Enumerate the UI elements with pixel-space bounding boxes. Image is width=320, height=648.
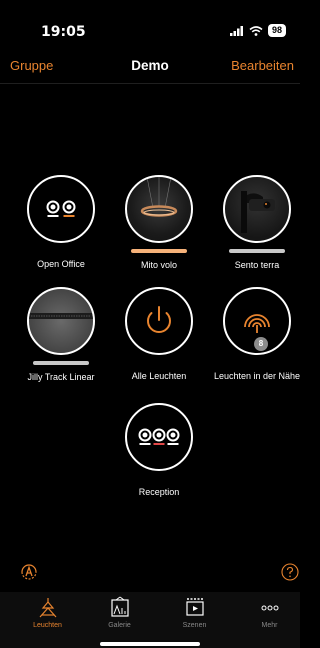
tab-mehr[interactable]: Mehr [232, 592, 307, 629]
tab-galerie[interactable]: Galerie [82, 592, 157, 629]
tile-label: Reception [138, 487, 180, 497]
status-bar: 19:05 98 [0, 0, 300, 44]
two-lights-icon [46, 200, 76, 217]
tile-label: Open Office [37, 259, 85, 269]
track-light-photo [29, 313, 93, 319]
tile-jilly-track-linear[interactable]: Jilly Track Linear [11, 287, 111, 382]
nearby-count-badge: 8 [254, 337, 268, 351]
lamp-icon [39, 598, 56, 618]
tab-label: Galerie [108, 622, 131, 629]
battery-indicator: 98 [267, 24, 286, 37]
floor-lamp-photo [241, 191, 275, 233]
power-icon [147, 306, 171, 334]
tab-label: Mehr [261, 622, 278, 629]
tile-label: Leuchten in der Nähe [213, 371, 301, 381]
tab-label: Leuchten [33, 622, 62, 629]
tile-label: Sento terra [234, 260, 280, 270]
more-icon [261, 605, 278, 611]
help-icon[interactable] [281, 563, 299, 581]
status-time: 19:05 [41, 24, 86, 40]
alle-leuchten-circle[interactable] [125, 287, 193, 355]
home-indicator [100, 642, 200, 646]
status-icons: 98 [229, 24, 286, 37]
mito-volo-circle[interactable] [125, 175, 193, 243]
tile-sento-terra[interactable]: Sento terra [207, 175, 307, 270]
tile-mito-volo[interactable]: Mito volo [109, 175, 209, 270]
edit-button[interactable]: Bearbeiten [231, 58, 294, 73]
wifi-icon [249, 25, 263, 36]
tile-open-office[interactable]: Open Office [11, 175, 111, 269]
sento-terra-circle[interactable] [223, 175, 291, 243]
pendant-ring-photo [140, 177, 178, 217]
sento-terra-level-bar [229, 249, 285, 253]
tab-szenen[interactable]: Szenen [157, 592, 232, 629]
tile-leuchten-in-der-naehe[interactable]: 8 Leuchten in der Nähe [207, 287, 307, 381]
mito-volo-level-bar [131, 249, 187, 253]
tab-leuchten[interactable]: Leuchten [10, 592, 85, 629]
gallery-icon [110, 596, 129, 617]
three-lights-icon [138, 428, 180, 445]
reception-circle[interactable] [125, 403, 193, 471]
scenes-icon [185, 598, 204, 616]
tile-reception[interactable]: Reception [109, 403, 209, 497]
jilly-track-linear-circle[interactable] [27, 287, 95, 355]
nav-divider [0, 83, 300, 84]
open-office-circle[interactable] [27, 175, 95, 243]
tile-label: Mito volo [140, 260, 177, 270]
tile-alle-leuchten[interactable]: Alle Leuchten [109, 287, 209, 381]
tile-label: Alle Leuchten [131, 371, 187, 381]
navigation-bar: Gruppe Demo Bearbeiten [0, 52, 300, 78]
tab-label: Szenen [182, 622, 207, 629]
jilly-track-level-bar [33, 361, 89, 365]
cellular-signal-icon [229, 25, 243, 36]
tile-label: Jilly Track Linear [27, 372, 95, 382]
auto-mode-icon[interactable] [18, 563, 40, 581]
tab-bar: Leuchten Galerie Szenen Mehr [0, 592, 300, 648]
leuchten-in-der-naehe-circle[interactable]: 8 [223, 287, 291, 355]
